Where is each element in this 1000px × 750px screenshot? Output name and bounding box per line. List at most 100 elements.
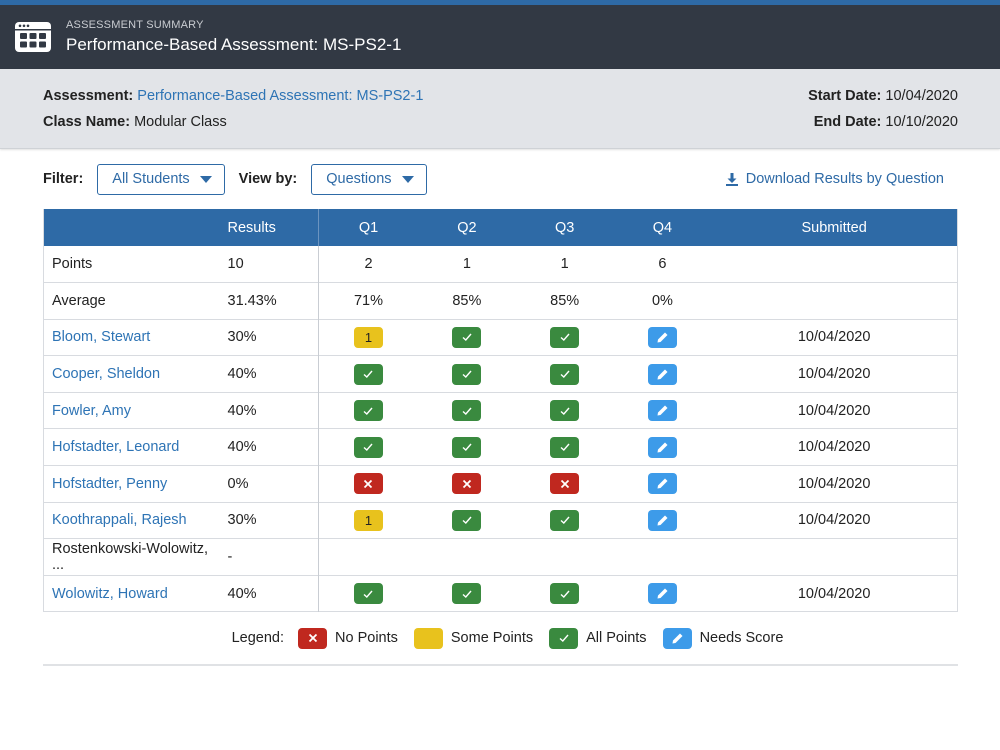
x-icon: [462, 479, 472, 489]
all-points-badge: [550, 326, 580, 348]
end-date-label: End Date:: [813, 114, 882, 130]
question-3-cell: [516, 466, 614, 503]
checkmark-icon: [362, 406, 374, 416]
filter-dropdown-value: All Students: [112, 171, 190, 187]
student-row: Bloom, Stewart 30% 1 10/04/2020: [43, 319, 958, 356]
pencil-icon: [656, 404, 669, 417]
question-3-cell: [516, 502, 614, 539]
student-row: Fowler, Amy 40% 10/04/2020: [43, 392, 958, 429]
column-header-name: [44, 209, 214, 246]
legend-item-label: No Points: [335, 630, 398, 647]
question-1-cell: 1: [319, 502, 418, 539]
assessment-info-panel: Assessment: Performance-Based Assessment…: [0, 69, 1000, 149]
needs-score-button[interactable]: [647, 400, 677, 422]
student-name[interactable]: Hofstadter, Penny: [52, 476, 167, 492]
column-header-results[interactable]: Results: [213, 209, 319, 246]
needs-score-button[interactable]: [647, 473, 677, 495]
submitted-date: [711, 539, 957, 576]
question-1-cell: [319, 466, 418, 503]
student-name[interactable]: Bloom, Stewart: [52, 329, 150, 345]
some-points-badge: 1: [353, 509, 383, 531]
question-3-cell: [516, 356, 614, 393]
no-points-badge: [452, 473, 482, 495]
submitted-date: 10/04/2020: [797, 475, 871, 492]
student-name[interactable]: Koothrappali, Rajesh: [52, 512, 187, 528]
assessment-link[interactable]: Performance-Based Assessment: MS-PS2-1: [137, 88, 423, 104]
all-points-badge: [550, 583, 580, 605]
student-row: Wolowitz, Howard 40% 10/04/2020: [43, 575, 958, 612]
needs-score-button[interactable]: [647, 583, 677, 605]
assessment-row: Assessment: Performance-Based Assessment…: [43, 87, 423, 113]
student-row: Cooper, Sheldon 40% 10/04/2020: [43, 355, 958, 393]
average-submitted: [711, 283, 957, 320]
submitted-date: 10/04/2020: [797, 585, 871, 602]
question-4-cell: [614, 466, 712, 503]
no-points-badge: [550, 473, 580, 495]
pencil-icon: [656, 477, 669, 490]
question-1-cell: 1: [319, 319, 418, 356]
student-name-cell: Wolowitz, Howard: [44, 575, 214, 612]
results-table: Results Q1 Q2 Q3 Q4 Submitted Points 10 …: [43, 209, 958, 613]
points-q3: 1: [560, 256, 569, 273]
download-results-link[interactable]: Download Results by Question: [725, 171, 944, 187]
assessment-label: Assessment:: [43, 88, 134, 104]
checkmark-icon: [559, 332, 571, 342]
column-header-q2[interactable]: Q2: [418, 209, 516, 246]
column-header-q3[interactable]: Q3: [516, 209, 614, 246]
needs-score-button[interactable]: [647, 436, 677, 458]
view-by-dropdown[interactable]: Questions: [311, 163, 427, 195]
all-points-badge: [549, 627, 579, 649]
student-name[interactable]: Hofstadter, Leonard: [52, 439, 179, 455]
class-name-label: Class Name:: [43, 114, 131, 130]
chevron-down-icon: [401, 175, 414, 183]
checkmark-icon: [461, 589, 473, 599]
submitted-date: 10/04/2020: [797, 366, 871, 383]
start-date-row: Start Date: 10/04/2020: [808, 87, 958, 113]
all-points-badge: [550, 509, 580, 531]
all-points-badge: [452, 326, 482, 348]
question-2-cell: [418, 319, 516, 356]
pencil-icon: [656, 514, 669, 527]
table-header-row: Results Q1 Q2 Q3 Q4 Submitted: [43, 209, 958, 246]
needs-score-button[interactable]: [647, 363, 677, 385]
checkmark-icon: [559, 515, 571, 525]
legend-item-label: All Points: [586, 630, 647, 647]
question-2-cell: [418, 466, 516, 503]
question-3-cell: [516, 539, 614, 576]
pencil-icon: [656, 368, 669, 381]
legend-item-all: All Points: [549, 627, 647, 649]
class-name-row: Class Name: Modular Class: [43, 113, 423, 139]
pencil-icon: [671, 632, 684, 645]
end-date-value: 10/10/2020: [885, 114, 958, 130]
checkmark-icon: [559, 406, 571, 416]
student-name-cell: Cooper, Sheldon: [44, 356, 214, 393]
student-result: 40%: [213, 392, 319, 429]
some-points-badge: 1: [353, 326, 383, 348]
all-points-badge: [452, 436, 482, 458]
question-3-cell: [516, 319, 614, 356]
points-q2: 1: [462, 256, 471, 273]
average-q4: 0%: [651, 292, 673, 309]
calendar-grid-icon: [15, 22, 51, 52]
student-row: Hofstadter, Leonard 40% 10/04/2020: [43, 428, 958, 466]
all-points-badge: [550, 400, 580, 422]
all-points-badge: [452, 363, 482, 385]
student-name[interactable]: Fowler, Amy: [52, 403, 131, 419]
checkmark-icon: [461, 515, 473, 525]
filter-dropdown[interactable]: All Students: [97, 163, 225, 195]
student-name[interactable]: Wolowitz, Howard: [52, 586, 168, 602]
student-name[interactable]: Cooper, Sheldon: [52, 366, 160, 382]
no-points-badge: [353, 473, 383, 495]
question-1-cell: [319, 429, 418, 466]
needs-score-button[interactable]: [647, 326, 677, 348]
column-header-q4[interactable]: Q4: [614, 209, 712, 246]
student-result: 40%: [213, 428, 319, 466]
needs-score-button[interactable]: [647, 509, 677, 531]
all-points-badge: [353, 583, 383, 605]
question-1-cell: [319, 539, 418, 576]
needs-score-button: [662, 627, 692, 649]
column-header-q1[interactable]: Q1: [319, 209, 418, 246]
points-submitted: [711, 246, 957, 283]
download-results-label: Download Results by Question: [745, 171, 944, 187]
checkmark-icon: [362, 442, 374, 452]
